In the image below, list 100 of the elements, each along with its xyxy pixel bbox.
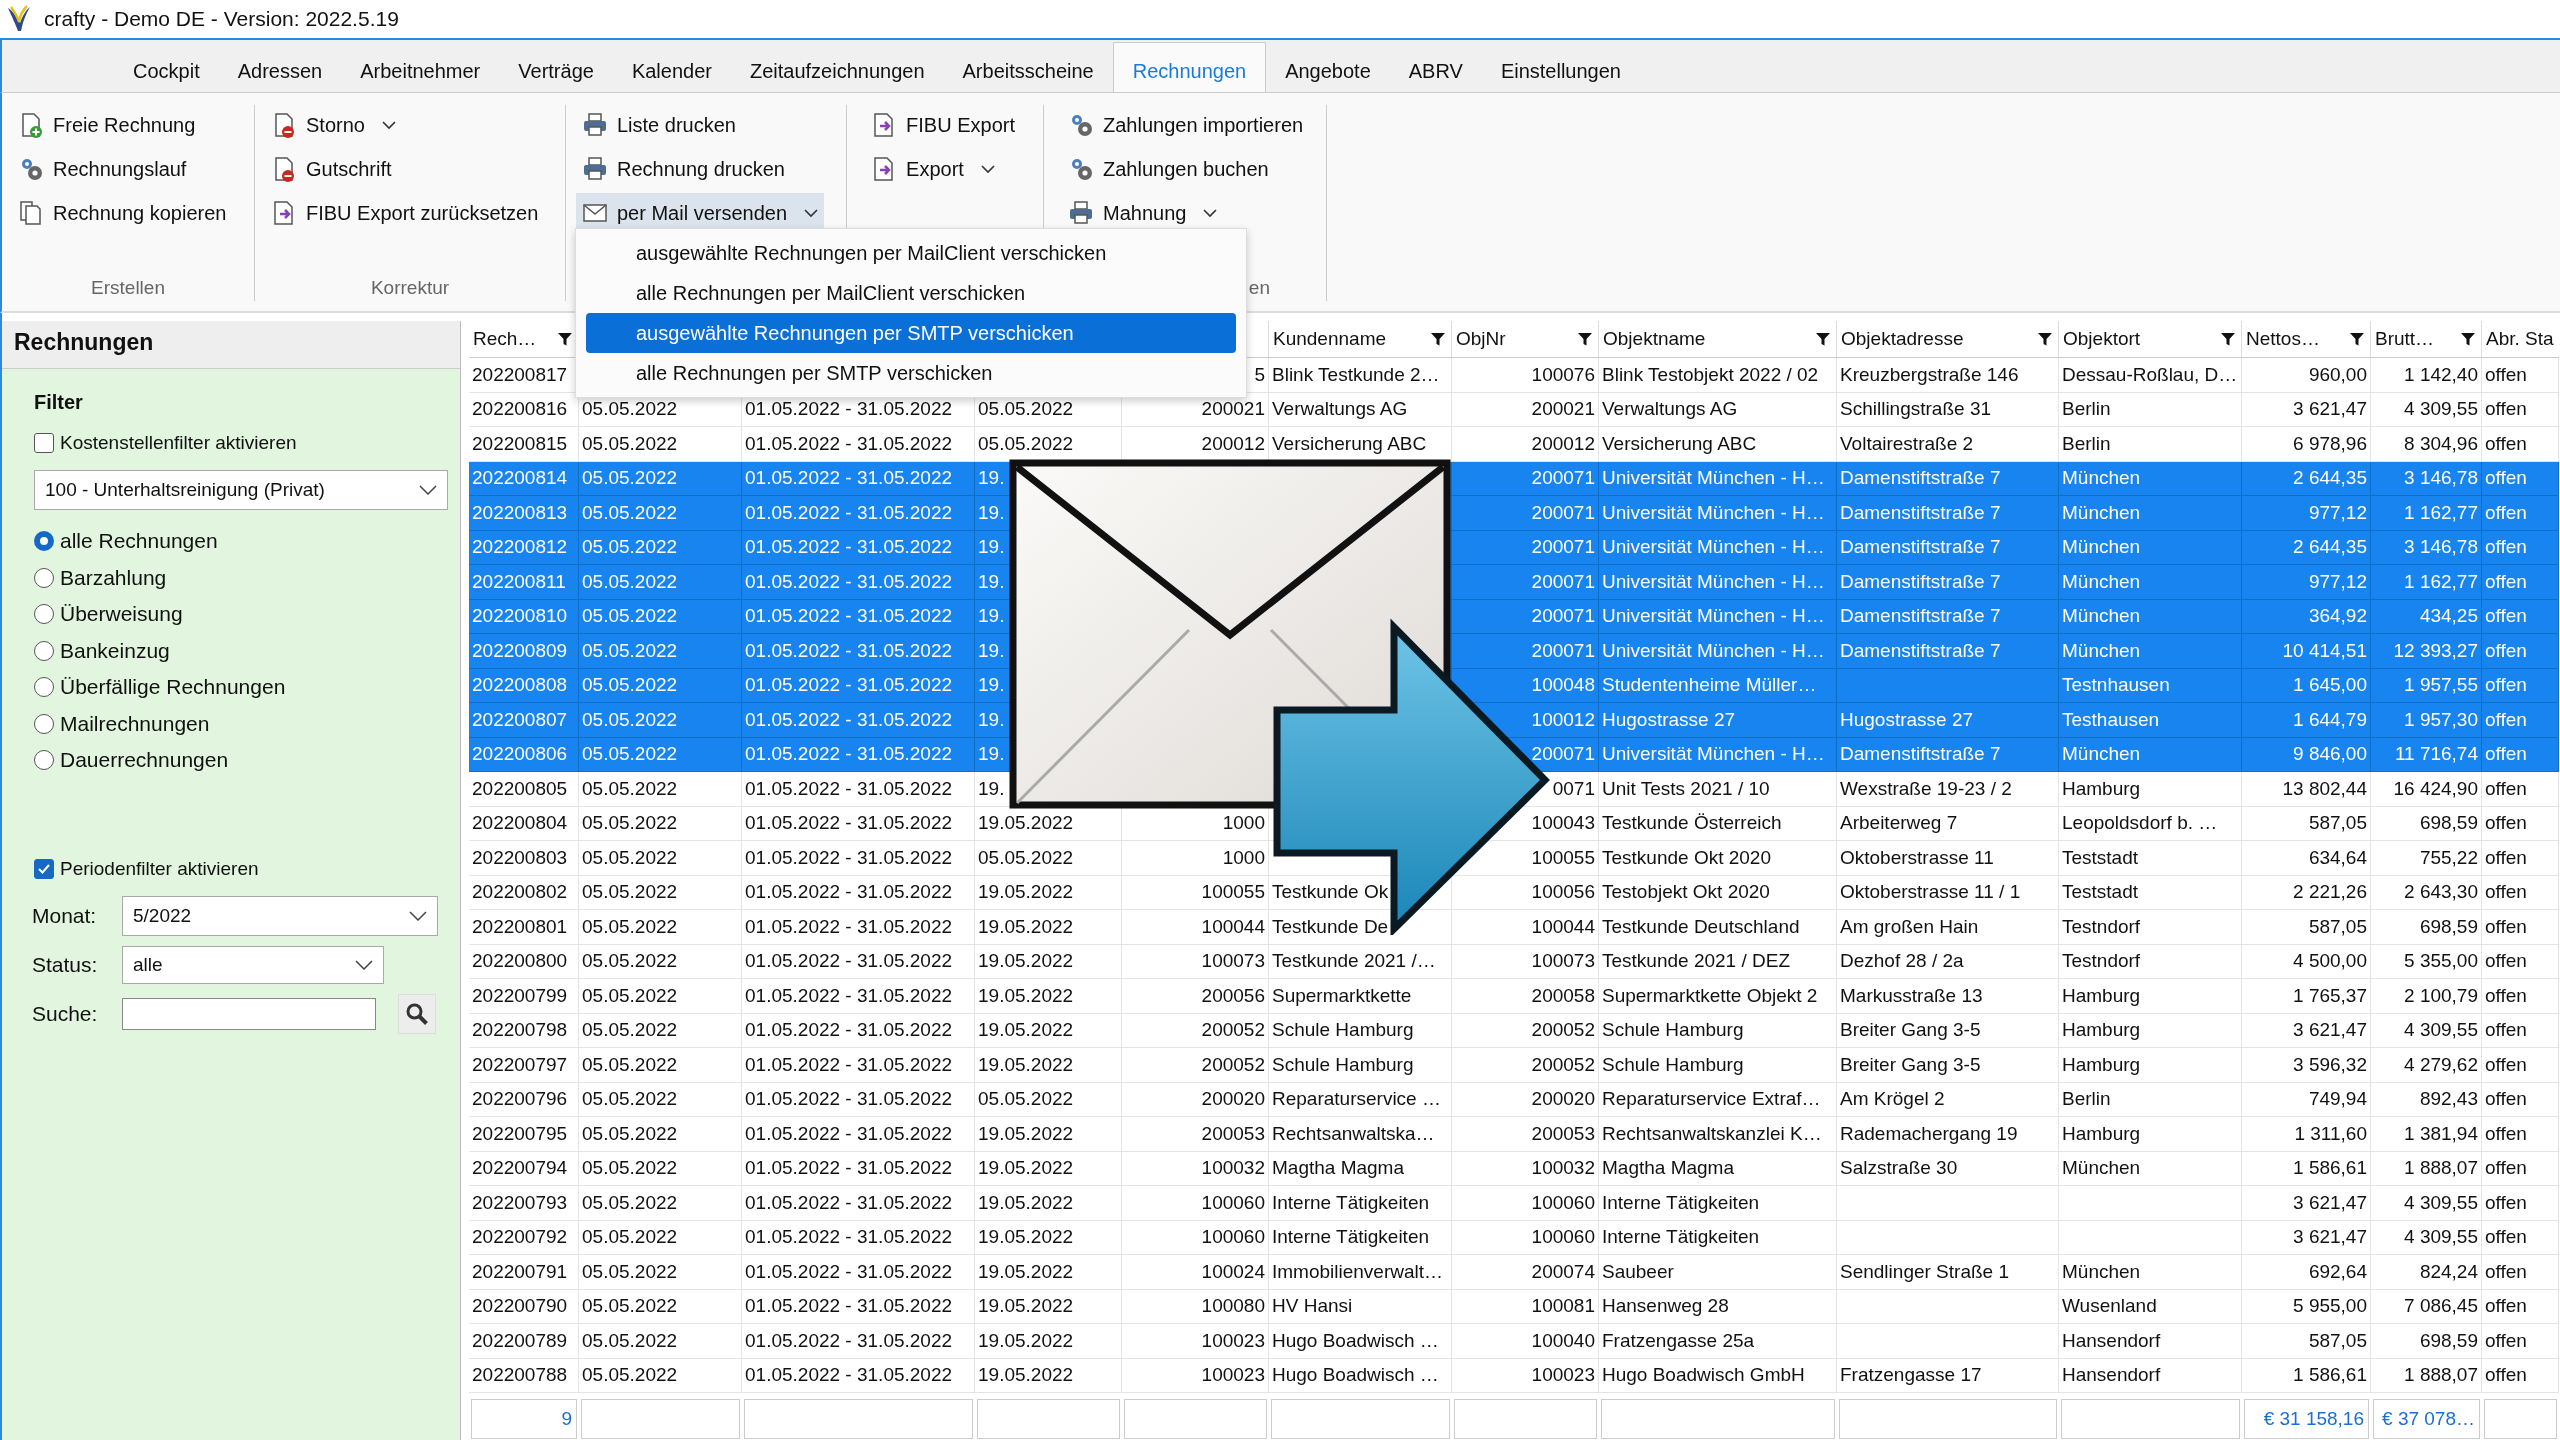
table-cell: 200021	[1531, 398, 1595, 421]
column-header[interactable]: ObjNr	[1452, 321, 1599, 357]
column-header[interactable]: Objektname	[1599, 321, 1837, 357]
column-header[interactable]: Kundenname	[1269, 321, 1452, 357]
ribbon-button[interactable]: Rechnung drucken	[576, 149, 825, 189]
menu-tab[interactable]: ABRV	[1389, 51, 1482, 92]
column-header[interactable]: Abr. Sta	[2482, 321, 2559, 357]
table-cell[interactable]: 202200811	[469, 565, 579, 600]
table-cell: 1 162,77	[2404, 570, 2478, 593]
table-cell[interactable]: 202200812	[469, 530, 579, 565]
table-cell[interactable]: 202200789	[469, 1324, 579, 1359]
ribbon-button[interactable]: Storno	[265, 105, 545, 145]
menu-tab[interactable]: Rechnungen	[1112, 42, 1267, 92]
menu-tab[interactable]: Arbeitnehmer	[341, 51, 500, 92]
table-cell: Rechtsanwaltskanzlei K…	[1602, 1122, 1822, 1145]
table-cell[interactable]: 202200788	[469, 1358, 579, 1393]
menu-item[interactable]: alle Rechnungen per MailClient verschicken	[586, 273, 1236, 313]
table-cell: offen	[2485, 674, 2527, 697]
table-cell: München	[2062, 1260, 2141, 1283]
table-cell[interactable]: 202200790	[469, 1289, 579, 1324]
table-cell[interactable]: 202200804	[469, 806, 579, 841]
ribbon-button[interactable]: Zahlungen importieren	[1062, 105, 1310, 145]
table-cell: 2 100,79	[2404, 984, 2478, 1007]
menu-tab[interactable]: Einstellungen	[1481, 51, 1640, 92]
table-cell[interactable]: 202200807	[469, 703, 579, 738]
ribbon-button[interactable]: Freie Rechnung	[12, 105, 233, 145]
table-cell: 01.05.2022 - 31.05.2022	[745, 1191, 953, 1214]
ribbon-button[interactable]: Liste drucken	[576, 105, 825, 145]
menu-tab[interactable]: Zeitaufzeichnungen	[730, 51, 944, 92]
table-cell[interactable]: 202200816	[469, 392, 579, 427]
ribbon-button[interactable]: Export	[865, 149, 1021, 189]
table-cell[interactable]: 202200797	[469, 1048, 579, 1083]
table-cell: offen	[2485, 1157, 2527, 1180]
table-cell[interactable]: 202200817	[469, 358, 579, 393]
table-cell[interactable]: 202200813	[469, 496, 579, 531]
ribbon-button[interactable]: Zahlungen buchen	[1062, 149, 1310, 189]
table-cell: offen	[2485, 536, 2527, 559]
column-header[interactable]: Objektort	[2059, 321, 2242, 357]
table-cell[interactable]: 202200815	[469, 427, 579, 462]
table-cell[interactable]: 202200791	[469, 1255, 579, 1290]
table-cell: 19.	[978, 570, 1005, 593]
table-cell: 100060	[1201, 1226, 1265, 1249]
table-cell: offen	[2485, 743, 2527, 766]
dropdown[interactable]: alle	[122, 945, 384, 984]
table-cell[interactable]: 202200793	[469, 1186, 579, 1221]
table-cell[interactable]: 202200808	[469, 668, 579, 703]
table-cell[interactable]: 202200796	[469, 1082, 579, 1117]
table-cell: 01.05.2022 - 31.05.2022	[745, 1329, 953, 1352]
table-cell[interactable]: 202200800	[469, 944, 579, 979]
menu-tab[interactable]: Arbeitsscheine	[943, 51, 1113, 92]
dropdown[interactable]: 5/2022	[122, 895, 438, 936]
menu-item[interactable]: ausgewählte Rechnungen per MailClient verschicken	[586, 233, 1236, 273]
ribbon-button[interactable]: Rechnung kopieren	[12, 193, 233, 233]
table-cell[interactable]: 202200802	[469, 875, 579, 910]
table-cell: offen	[2485, 881, 2527, 904]
table-cell: 1 586,61	[2293, 1364, 2367, 1387]
table-cell[interactable]: 202200806	[469, 737, 579, 772]
dropdown[interactable]: 100 - Unterhaltsreinigung (Privat)	[34, 470, 448, 510]
table-cell[interactable]: 202200810	[469, 599, 579, 634]
table-cell: 200053	[1201, 1122, 1265, 1145]
ribbon-button[interactable]: Rechnungslauf	[12, 149, 233, 189]
table-cell[interactable]: 202200799	[469, 979, 579, 1014]
table-cell: HV Hansi	[1272, 1295, 1353, 1318]
table-cell: 19.05.2022	[978, 915, 1074, 938]
menu-tab[interactable]: Adressen	[218, 51, 342, 92]
menu-tab[interactable]: Kalender	[612, 51, 731, 92]
column-header[interactable]: Rech…	[469, 321, 579, 357]
column-header[interactable]: Objektadresse	[1837, 321, 2059, 357]
table-cell: 19.05.2022	[978, 1260, 1074, 1283]
column-header[interactable]: Brutt…	[2371, 321, 2482, 357]
menu-tab[interactable]: Verträge	[499, 51, 613, 92]
table-cell: Universität München - H…	[1602, 605, 1825, 628]
table-cell: Blink Testobjekt 2022 / 02	[1602, 363, 1819, 386]
table-cell: offen	[2485, 501, 2527, 524]
table-cell[interactable]: 202200805	[469, 772, 579, 807]
table-cell[interactable]: 202200792	[469, 1220, 579, 1255]
table-cell: Supermarktkette	[1272, 984, 1412, 1007]
table-cell[interactable]: 202200794	[469, 1151, 579, 1186]
ribbon-button[interactable]: FIBU Export	[865, 105, 1021, 145]
total-field: 9	[471, 1399, 577, 1439]
table-cell: 200056	[1201, 984, 1265, 1007]
menu-tab[interactable]: Cockpit	[114, 51, 219, 92]
table-cell[interactable]: 202200795	[469, 1117, 579, 1152]
ribbon-button[interactable]: Mahnung	[1062, 193, 1310, 233]
table-cell[interactable]: 202200814	[469, 461, 579, 496]
table-cell: 05.05.2022	[582, 846, 678, 869]
table-cell: 05.05.2022	[582, 467, 678, 490]
table-cell[interactable]: 202200801	[469, 910, 579, 945]
menu-item[interactable]: ausgewählte Rechnungen per SMTP verschicken	[586, 313, 1236, 353]
menu-tab[interactable]: Angebote	[1266, 51, 1390, 92]
ribbon-button[interactable]: FIBU Export zurücksetzen	[265, 193, 545, 233]
radio-label: Überweisung	[60, 602, 183, 627]
table-cell[interactable]: 202200798	[469, 1013, 579, 1048]
ribbon-button[interactable]: Gutschrift	[265, 149, 545, 189]
table-cell[interactable]: 202200803	[469, 841, 579, 876]
table-cell: 19.05.2022	[978, 812, 1074, 835]
table-cell: Hansendorf	[2062, 1329, 2161, 1352]
table-cell[interactable]: 202200809	[469, 634, 579, 669]
menu-item[interactable]: alle Rechnungen per SMTP verschicken	[586, 353, 1236, 393]
column-header[interactable]: Nettos…	[2242, 321, 2371, 357]
